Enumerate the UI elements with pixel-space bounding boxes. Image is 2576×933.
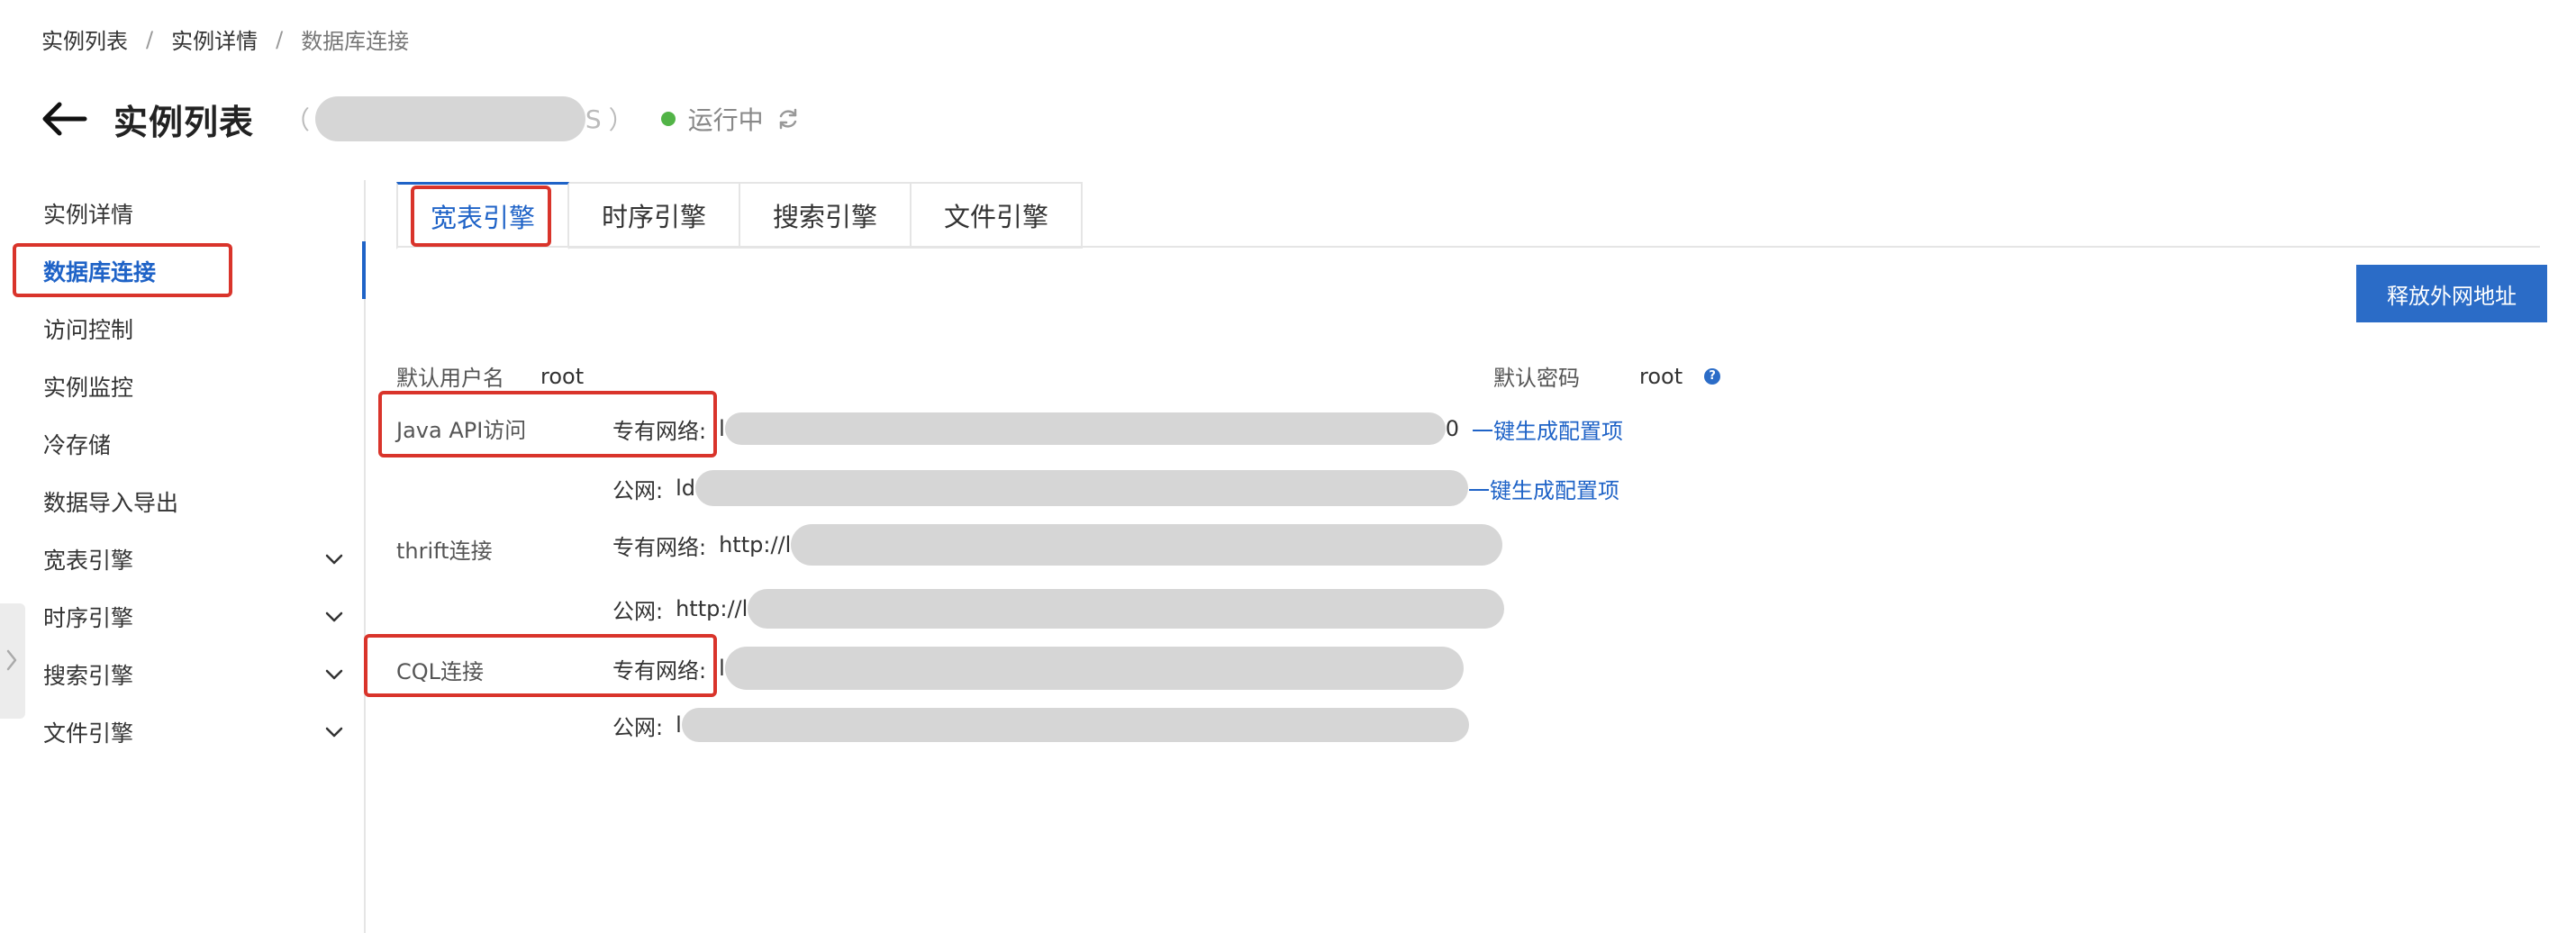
help-icon[interactable]: ? — [1704, 367, 1721, 385]
vpc-label: 专有网络: — [612, 657, 707, 684]
java-api-label-row: Java API访问 — [396, 412, 526, 444]
vpc-endpoint-prefix: http://l — [719, 532, 792, 557]
thrift-label: thrift连接 — [396, 539, 493, 564]
engine-tabs: 宽表引擎 时序引擎 搜索引擎 文件引擎 — [396, 182, 1084, 249]
thrift-label-row: thrift连接 — [396, 533, 493, 565]
breadcrumb-item-instance-detail[interactable]: 实例详情 — [171, 23, 258, 55]
sidebar-item-wide-table-engine[interactable]: 宽表引擎 — [43, 537, 349, 582]
sidebar-item-label: 访问控制 — [43, 317, 134, 343]
cql-label-row: CQL连接 — [396, 654, 484, 685]
vpc-endpoint-prefix: l — [719, 656, 725, 681]
sidebar-item-instance-detail[interactable]: 实例详情 — [43, 191, 349, 236]
default-username-row: 默认用户名 root — [396, 360, 584, 392]
default-username-label: 默认用户名 — [396, 366, 504, 391]
refresh-icon[interactable] — [776, 107, 800, 131]
tab-wide-table-engine[interactable]: 宽表引擎 — [396, 182, 570, 249]
page-header: 实例列表 （ l S ） 运行中 — [40, 90, 800, 148]
redacted-endpoint — [748, 589, 1505, 629]
chevron-down-icon — [325, 669, 343, 680]
sidebar-item-label: 搜索引擎 — [43, 663, 134, 689]
sidebar-item-timeseries-engine[interactable]: 时序引擎 — [43, 594, 349, 639]
tabs-divider — [396, 246, 2540, 248]
sidebar-item-label: 宽表引擎 — [43, 548, 134, 574]
sidebar-item-import-export[interactable]: 数据导入导出 — [43, 479, 349, 524]
sidebar-item-search-engine[interactable]: 搜索引擎 — [43, 652, 349, 697]
sidebar-item-cold-storage[interactable]: 冷存储 — [43, 421, 349, 466]
public-endpoint-prefix: l — [676, 712, 682, 738]
default-password-label: 默认密码 — [1493, 366, 1580, 391]
chevron-down-icon — [325, 611, 343, 622]
thrift-vpc-row: 专有网络: http://l — [612, 524, 1503, 566]
breadcrumb-item-instance-list[interactable]: 实例列表 — [41, 23, 128, 55]
java-api-vpc-row: 专有网络: l 0 一键生成配置项 — [612, 412, 1623, 445]
tab-file-engine[interactable]: 文件引擎 — [912, 182, 1084, 249]
generate-config-link[interactable]: 一键生成配置项 — [1472, 413, 1623, 445]
sidebar-item-label: 时序引擎 — [43, 605, 134, 631]
tab-search-engine[interactable]: 搜索引擎 — [740, 182, 912, 249]
breadcrumb: 实例列表 / 实例详情 / 数据库连接 — [41, 23, 409, 55]
tab-label: 宽表引擎 — [431, 203, 536, 233]
chevron-right-icon — [6, 649, 17, 671]
public-endpoint-prefix: http://l — [676, 596, 748, 621]
default-password-row: 默认密码 root ? — [1493, 360, 1721, 392]
status-badge: 运行中 — [660, 101, 800, 137]
tab-label: 时序引擎 — [602, 202, 707, 232]
page: 实例列表 / 实例详情 / 数据库连接 实例列表 （ l S ） 运行中 — [0, 0, 2576, 933]
breadcrumb-item-current: 数据库连接 — [301, 29, 410, 54]
sidebar-item-monitoring[interactable]: 实例监控 — [43, 364, 349, 409]
generate-config-link[interactable]: 一键生成配置项 — [1468, 473, 1619, 504]
redacted-endpoint — [724, 412, 1446, 445]
instance-close-paren: ） — [608, 105, 634, 135]
public-label: 公网: — [612, 477, 664, 503]
tab-label: 搜索引擎 — [773, 202, 878, 232]
instance-open-paren: （ — [285, 105, 311, 135]
status-dot-icon — [660, 112, 676, 126]
public-endpoint-prefix: ld — [676, 476, 695, 501]
sidebar-item-db-connection[interactable]: 数据库连接 — [43, 249, 349, 294]
cql-vpc-row: 专有网络: l — [612, 647, 1464, 690]
sidebar-item-access-control[interactable]: 访问控制 — [43, 306, 349, 351]
sidebar-item-label: 实例监控 — [43, 375, 134, 401]
sidebar-item-label: 文件引擎 — [43, 720, 134, 747]
sidebar-item-label: 实例详情 — [43, 202, 134, 228]
java-api-public-row: 公网: ld 一键生成配置项 — [612, 470, 1619, 506]
sidebar-item-label: 数据导入导出 — [43, 490, 179, 516]
breadcrumb-separator: / — [276, 26, 284, 52]
vpc-endpoint-suffix: 0 — [1445, 416, 1460, 441]
instance-id: （ l S ） — [277, 96, 641, 141]
back-arrow-icon[interactable] — [40, 101, 88, 137]
release-public-address-button[interactable]: 释放外网地址 — [2356, 265, 2547, 322]
public-label: 公网: — [612, 598, 664, 624]
sidebar-collapse-handle[interactable] — [0, 603, 25, 719]
sidebar-item-label: 数据库连接 — [43, 259, 157, 285]
thrift-public-row: 公网: http://l — [612, 589, 1505, 629]
redacted-endpoint — [695, 470, 1468, 506]
redacted-endpoint — [681, 708, 1469, 742]
java-api-label: Java API访问 — [396, 418, 527, 443]
cql-label: CQL连接 — [396, 659, 485, 684]
chevron-down-icon — [325, 727, 343, 738]
redacted-endpoint — [724, 647, 1464, 690]
page-title: 实例列表 — [113, 102, 255, 142]
vpc-label: 专有网络: — [612, 534, 707, 560]
redacted-endpoint — [791, 524, 1503, 566]
sidebar-item-file-engine[interactable]: 文件引擎 — [43, 710, 349, 755]
vpc-label: 专有网络: — [612, 418, 707, 444]
default-password-value: root — [1639, 363, 1683, 389]
vpc-endpoint-prefix: l — [719, 416, 725, 441]
breadcrumb-separator: / — [146, 26, 154, 52]
default-username-value: root — [540, 363, 585, 389]
public-label: 公网: — [612, 714, 664, 740]
tab-label: 文件引擎 — [944, 202, 1049, 232]
cql-public-row: 公网: l — [612, 708, 1469, 742]
tab-timeseries-engine[interactable]: 时序引擎 — [569, 182, 741, 249]
redacted-instance-id — [314, 96, 585, 141]
sidebar-item-label: 冷存储 — [43, 432, 112, 458]
sidebar-active-indicator — [362, 241, 366, 299]
instance-id-suffix: S — [585, 104, 602, 134]
chevron-down-icon — [325, 554, 343, 565]
status-text: 运行中 — [687, 105, 764, 135]
